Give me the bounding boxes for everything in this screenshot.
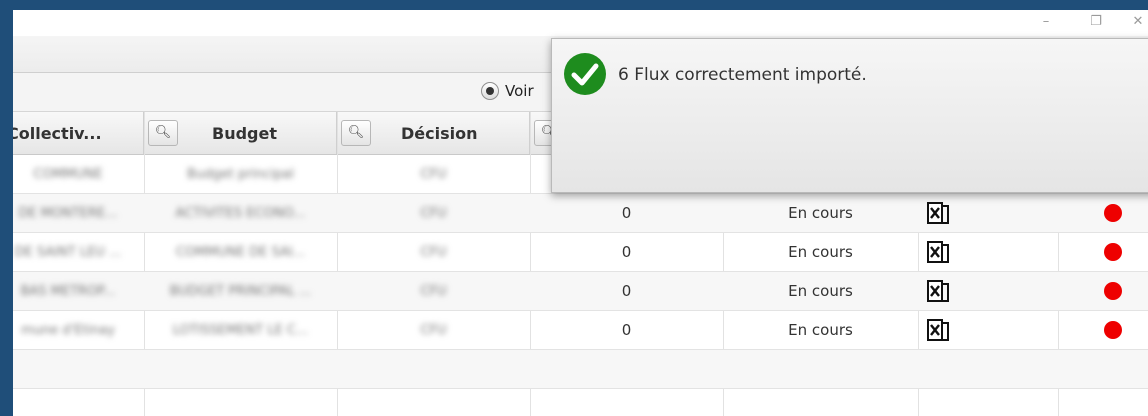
check-circle-icon [564,53,606,95]
cell-collectivite: BAS METROP... [20,283,116,299]
voir-radio-button[interactable] [481,82,499,100]
excel-file-icon[interactable] [925,200,951,226]
voir-radio-label: Voir [505,82,534,100]
cell-status [723,350,918,388]
cell-decision [337,350,530,388]
cell-decision: CFU [420,322,447,338]
cell-decision: CFU [420,283,447,299]
cell-collectivite: COMMUNE [33,166,103,182]
cell-file[interactable] [918,272,958,310]
app-window: – ❐ ✕ Voir Collectiv... 🔍︎ Budget 🔍︎ Déc… [13,10,1148,416]
cell-file[interactable] [918,311,958,349]
table-row[interactable]: mune d'Etinay LOTISSEMENT LE C... CFU 0 En c… [13,311,1148,350]
cell-decision: CFU [420,244,447,260]
cell-status [723,389,918,416]
table-row[interactable]: DE SAINT LEU ... COMMUNE DE SAI... CFU 0 En … [13,233,1148,272]
cell-budget: COMMUNE DE SAI... [175,244,306,260]
table-row[interactable] [13,350,1148,389]
cell-decision [337,389,530,416]
cell-collectivite: mune d'Etinay [21,322,115,338]
cell-collectivite [13,389,143,416]
search-icon: 🔍︎ [347,125,365,140]
cell-collectivite: DE MONTERE... [18,205,118,221]
title-bar: – ❐ ✕ [13,10,1148,36]
budget-search-button[interactable]: 🔍︎ [148,120,178,146]
cell-budget: Budget principal [187,166,294,182]
voir-radio-option[interactable]: Voir [481,82,534,100]
cell-budget [144,350,337,388]
cell-budget [144,389,337,416]
table-row[interactable]: BAS METROP... BUDGET PRINCIPAL ... CFU 0 En … [13,272,1148,311]
close-window-button[interactable]: ✕ [1125,12,1148,32]
cell-value: 0 [621,282,632,300]
decision-search-button[interactable]: 🔍︎ [341,120,371,146]
cell-status-indicator [1058,233,1148,271]
cell-status: En cours [788,282,853,300]
cell-value [530,389,723,416]
column-label-budget: Budget [212,123,277,143]
column-label-collectivite: Collectiv... [13,123,102,143]
success-notification: 6 Flux correctement importé. × [551,38,1148,193]
excel-file-icon[interactable] [925,239,951,265]
status-dot [1104,204,1122,222]
search-icon: 🔍︎ [154,125,172,140]
column-header-decision[interactable]: 🔍︎ Décision [337,112,530,154]
cell-value: 0 [621,321,632,339]
cell-file[interactable] [918,194,958,232]
table-row[interactable] [13,389,1148,416]
cell-value [530,350,723,388]
excel-file-icon[interactable] [925,278,951,304]
table-row[interactable]: DE MONTERE... ACTIVITES ECONO... CFU 0 En co… [13,194,1148,233]
column-header-collectivite[interactable]: Collectiv... [13,112,144,154]
column-label-decision: Décision [401,123,478,143]
cell-decision: CFU [420,166,447,182]
status-dot [1104,282,1122,300]
minimize-button[interactable]: – [1033,12,1059,32]
cell-file[interactable] [918,233,958,271]
cell-value: 0 [621,204,632,222]
cell-status-indicator [1058,194,1148,232]
cell-budget: BUDGET PRINCIPAL ... [169,283,312,299]
cell-status: En cours [788,204,853,222]
cell-budget: LOTISSEMENT LE C... [172,322,309,338]
cell-budget: ACTIVITES ECONO... [175,205,306,221]
cell-status-indicator [1058,272,1148,310]
status-dot [1104,243,1122,261]
notification-message: 6 Flux correctement importé. [618,65,867,85]
cell-decision: CFU [420,205,447,221]
cell-status: En cours [788,243,853,261]
excel-file-icon[interactable] [925,317,951,343]
cell-collectivite [13,350,143,388]
cell-status-indicator [1058,311,1148,349]
column-header-budget[interactable]: 🔍︎ Budget [144,112,337,154]
cell-value: 0 [621,243,632,261]
cell-collectivite: DE SAINT LEU ... [14,244,122,260]
status-dot [1104,321,1122,339]
cell-status: En cours [788,321,853,339]
maximize-button[interactable]: ❐ [1083,12,1109,32]
